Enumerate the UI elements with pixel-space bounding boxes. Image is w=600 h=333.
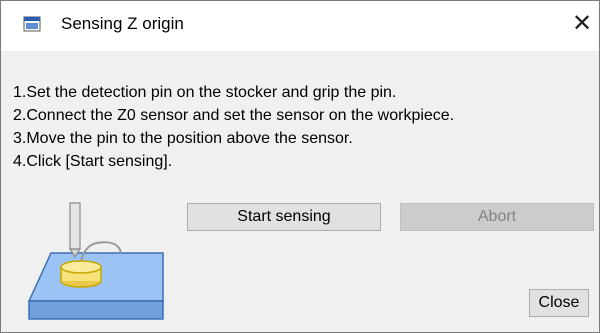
close-button[interactable]: Close [529, 289, 589, 317]
instruction-step-2: 2.Connect the Z0 sensor and set the sens… [13, 107, 455, 124]
window-title: Sensing Z origin [61, 14, 184, 33]
title-bar[interactable]: Sensing Z origin ✕ [1, 1, 599, 51]
app-window-icon [23, 16, 41, 32]
instruction-step-1: 1.Set the detection pin on the stocker a… [13, 84, 397, 101]
instruction-step-4: 4.Click [Start sensing]. [13, 153, 173, 170]
instruction-list: 1.Set the detection pin on the stocker a… [13, 81, 599, 173]
z-sensor-illustration [21, 197, 171, 323]
instruction-step-3: 3.Move the pin to the position above the… [13, 130, 353, 147]
start-sensing-button[interactable]: Start sensing [187, 203, 381, 231]
close-icon[interactable]: ✕ [569, 11, 595, 37]
abort-button: Abort [400, 203, 594, 231]
dialog-window: Sensing Z origin ✕ 1.Set the detection p… [0, 0, 600, 333]
